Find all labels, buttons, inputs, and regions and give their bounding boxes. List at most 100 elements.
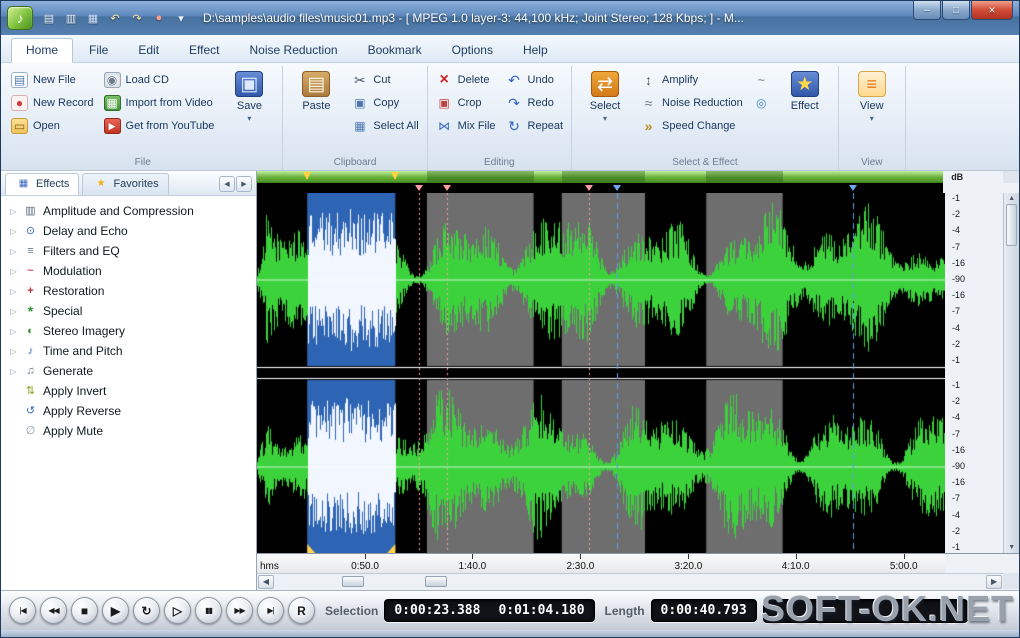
bookmark-marker-icon[interactable] bbox=[849, 185, 858, 191]
quick-record-button[interactable]: ● bbox=[149, 9, 169, 27]
effect-button[interactable]: ★ Effect bbox=[778, 68, 832, 113]
overview-bar[interactable] bbox=[257, 171, 944, 183]
quick-save-button[interactable]: ▦ bbox=[83, 9, 103, 27]
tab-file[interactable]: File bbox=[75, 39, 122, 62]
sidebar-nav-right-button[interactable]: ▶ bbox=[236, 176, 252, 192]
stop-button[interactable]: ■ bbox=[71, 597, 98, 624]
expander-icon[interactable]: ▷ bbox=[9, 207, 18, 216]
noise-reduction-button[interactable]: ≈ Noise Reduction bbox=[638, 94, 745, 112]
play-from-cursor-button[interactable]: ▷ bbox=[164, 597, 191, 624]
tree-item-special[interactable]: ▷ * Special bbox=[1, 301, 256, 321]
fast-forward-button[interactable]: ▶▶ bbox=[226, 597, 253, 624]
scroll-right-icon[interactable]: ▶ bbox=[986, 574, 1003, 589]
expander-icon[interactable]: ▷ bbox=[9, 287, 18, 296]
delete-button[interactable]: × Delete bbox=[434, 71, 498, 89]
tree-item-label: Restoration bbox=[43, 284, 105, 298]
repeat-button[interactable]: ↻ Repeat bbox=[504, 117, 565, 135]
tree-item-restoration[interactable]: ▷ + Restoration bbox=[1, 281, 256, 301]
tree-item-stereo-imagery[interactable]: ▷ ◐ Stereo Imagery bbox=[1, 321, 256, 341]
vertical-scrollbar[interactable]: ▲ ▼ bbox=[1003, 193, 1019, 553]
new-record-button[interactable]: ● New Record bbox=[9, 94, 96, 112]
scroll-up-icon[interactable]: ▲ bbox=[1008, 195, 1015, 202]
load-cd-button[interactable]: ◉ Load CD bbox=[102, 71, 217, 89]
waveform-canvas[interactable] bbox=[257, 193, 945, 553]
marker-strip[interactable] bbox=[257, 183, 944, 193]
save-button[interactable]: ▣ Save ▾ bbox=[222, 68, 276, 123]
loop-play-button[interactable]: ↻ bbox=[133, 597, 160, 624]
tab-bookmark[interactable]: Bookmark bbox=[354, 39, 436, 62]
get-from-youtube-button[interactable]: ▶ Get from YouTube bbox=[102, 117, 217, 135]
sidebar-tab-effects[interactable]: ▦ Effects bbox=[5, 173, 80, 195]
tab-noise-reduction[interactable]: Noise Reduction bbox=[236, 39, 352, 62]
vertical-scroll-thumb[interactable] bbox=[1006, 204, 1018, 246]
cut-button[interactable]: ✂ Cut bbox=[349, 71, 420, 89]
go-to-start-button[interactable]: |◀ bbox=[9, 597, 36, 624]
minimize-button[interactable]: – bbox=[913, 1, 941, 20]
view-button[interactable]: ≡ View ▾ bbox=[845, 68, 899, 123]
timeline-ruler[interactable]: hms 0:50.0 1:40.0 2:30.0 3:20.0 4:10.0 5:00.0 bbox=[257, 553, 945, 573]
close-button[interactable]: × bbox=[971, 1, 1013, 20]
expander-icon[interactable]: ▷ bbox=[9, 227, 18, 236]
tree-item-time-and-pitch[interactable]: ▷ ♪ Time and Pitch bbox=[1, 341, 256, 361]
tab-home[interactable]: Home bbox=[11, 38, 74, 63]
copy-button[interactable]: ▣ Copy bbox=[349, 94, 420, 112]
crop-button[interactable]: ▣ Crop bbox=[434, 94, 498, 112]
maximize-button[interactable]: □ bbox=[942, 1, 970, 20]
go-to-end-button[interactable]: ▶| bbox=[257, 597, 284, 624]
select-all-button[interactable]: ▦ Select All bbox=[349, 117, 420, 135]
effect-extra-2-button[interactable]: ◎ bbox=[751, 94, 772, 112]
pause-button[interactable]: ▮▮ bbox=[195, 597, 222, 624]
import-file-button[interactable]: ▤ bbox=[39, 9, 59, 27]
expander-icon[interactable]: ▷ bbox=[9, 247, 18, 256]
play-button[interactable]: ▶ bbox=[102, 597, 129, 624]
horizontal-scrollbar[interactable]: ◀ ▶ bbox=[257, 573, 1004, 589]
tab-help[interactable]: Help bbox=[509, 39, 562, 62]
expander-icon[interactable]: ▷ bbox=[9, 307, 18, 316]
cue-marker-icon[interactable] bbox=[442, 185, 451, 191]
sidebar-tab-favorites[interactable]: ★ Favorites bbox=[82, 173, 169, 195]
customize-toolbar-button[interactable]: ▾ bbox=[171, 9, 191, 27]
export-file-button[interactable]: ▥ bbox=[61, 9, 81, 27]
record-mode-button[interactable]: R bbox=[288, 597, 315, 624]
tree-item-filters-and-eq[interactable]: ▷ ≡ Filters and EQ bbox=[1, 241, 256, 261]
tree-item-apply-mute[interactable]: ∅ Apply Mute bbox=[1, 421, 256, 441]
paste-button[interactable]: ▤ Paste bbox=[289, 68, 343, 113]
mix-file-button[interactable]: ⋈ Mix File bbox=[434, 117, 498, 135]
tab-options[interactable]: Options bbox=[438, 39, 507, 62]
sidebar-nav-left-button[interactable]: ◀ bbox=[219, 176, 235, 192]
expander-icon[interactable]: ▷ bbox=[9, 327, 18, 336]
effect-extra-1-button[interactable]: ~ bbox=[751, 71, 772, 89]
timeline-tick-label: 3:20.0 bbox=[674, 561, 703, 572]
save-icon: ▣ bbox=[235, 71, 264, 97]
import-from-video-button[interactable]: ▦ Import from Video bbox=[102, 94, 217, 112]
horizontal-scroll-thumb-1[interactable] bbox=[342, 576, 364, 587]
quick-redo-button[interactable]: ↷ bbox=[127, 9, 147, 27]
amplify-button[interactable]: ↕ Amplify bbox=[638, 71, 745, 89]
tree-item-apply-invert[interactable]: ⇅ Apply Invert bbox=[1, 381, 256, 401]
tree-item-generate[interactable]: ▷ ♫ Generate bbox=[1, 361, 256, 381]
speed-change-button[interactable]: » Speed Change bbox=[638, 117, 745, 135]
rewind-button[interactable]: ◀◀ bbox=[40, 597, 67, 624]
tree-item-apply-reverse[interactable]: ↺ Apply Reverse bbox=[1, 401, 256, 421]
cue-marker-icon[interactable] bbox=[585, 185, 594, 191]
quick-undo-button[interactable]: ↶ bbox=[105, 9, 125, 27]
scroll-left-icon[interactable]: ◀ bbox=[258, 574, 274, 589]
expander-icon[interactable]: ▷ bbox=[9, 347, 18, 356]
app-logo-icon[interactable]: ♪ bbox=[7, 6, 33, 30]
expander-icon[interactable]: ▷ bbox=[9, 367, 18, 376]
bookmark-marker-icon[interactable] bbox=[612, 185, 621, 191]
select-button[interactable]: ⇄ Select ▾ bbox=[578, 68, 632, 123]
redo-button[interactable]: ↷ Redo bbox=[504, 94, 565, 112]
expander-icon[interactable]: ▷ bbox=[9, 267, 18, 276]
horizontal-scroll-thumb-2[interactable] bbox=[425, 576, 447, 587]
cue-marker-icon[interactable] bbox=[415, 185, 424, 191]
tree-item-amplitude-and-compression[interactable]: ▷ ▥ Amplitude and Compression bbox=[1, 201, 256, 221]
scroll-down-icon[interactable]: ▼ bbox=[1008, 544, 1015, 551]
tab-effect[interactable]: Effect bbox=[175, 39, 233, 62]
tree-item-modulation[interactable]: ▷ ~ Modulation bbox=[1, 261, 256, 281]
tab-edit[interactable]: Edit bbox=[124, 39, 173, 62]
tree-item-delay-and-echo[interactable]: ▷ ⊙ Delay and Echo bbox=[1, 221, 256, 241]
open-button[interactable]: ▭ Open bbox=[9, 117, 96, 135]
new-file-button[interactable]: ▤ New File bbox=[9, 71, 96, 89]
undo-button[interactable]: ↶ Undo bbox=[504, 71, 565, 89]
